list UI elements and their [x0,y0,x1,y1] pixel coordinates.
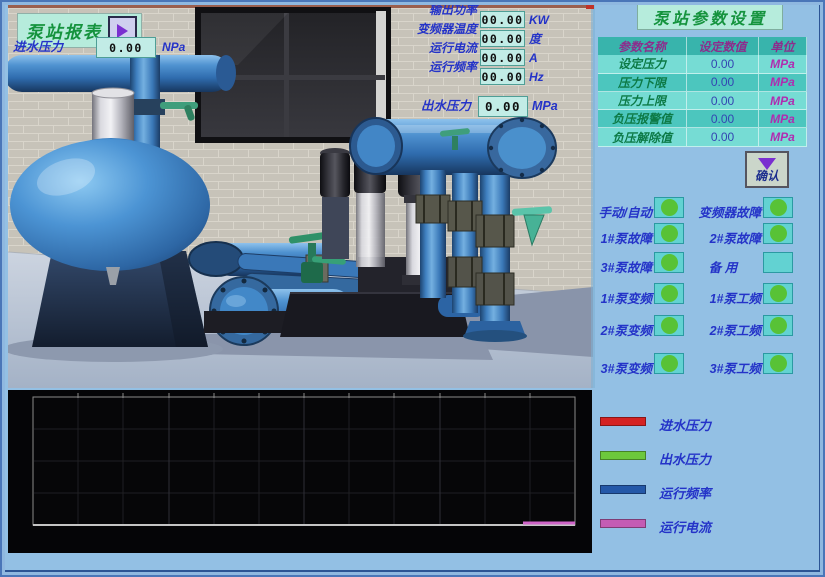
led-pump3-mains [763,353,793,374]
led-pump1-vfd [654,283,684,304]
confirm-button-label: 确认 [755,170,779,182]
status-label: 3#泵变频 [592,358,652,377]
led-pump3-fault [654,252,684,273]
green-led-icon [661,355,678,372]
status-label: 2#泵工频 [685,320,761,339]
green-led-icon [770,199,787,216]
green-led-icon [661,285,678,302]
param-name: 负压解除值 [598,128,687,146]
param-unit: MPa [759,74,807,92]
telemetry-labels: 输出功率 变频器温度 运行电流 运行频率 [402,0,477,76]
param-value[interactable]: 0.00 [687,110,759,128]
status-label: 3#泵故障 [592,257,652,276]
status-label: 3#泵工频 [685,358,761,377]
param-unit: MPa [759,55,807,73]
run-frequency-value: 00.00 [480,68,525,85]
red-marker [586,2,594,9]
run-current-unit: A [529,52,538,64]
led-pump2-fault [763,223,793,244]
play-triangle-icon [117,24,128,38]
status-label: 1#泵故障 [592,228,652,247]
param-unit: MPa [759,92,807,110]
outlet-pressure-value: 0.00 [478,96,528,117]
led-pump1-fault [654,223,684,244]
run-frequency-unit: Hz [529,71,544,83]
run-current-label: 运行电流 [402,38,477,57]
col-header-unit: 单位 [759,37,807,57]
settings-table: 参数名称 设定数值 单位 设定压力 0.00 MPa 压力下限 0.00 MPa… [598,37,807,147]
run-current-value: 00.00 [480,49,525,66]
legend-swatch-current [600,519,646,528]
output-power-unit: KW [529,14,549,26]
status-label: 2#泵变频 [592,320,652,339]
arrow-down-icon [758,158,776,170]
green-led-icon [661,199,678,216]
status-label: 手动/自动 [592,202,652,221]
param-name: 压力上限 [598,92,687,110]
legend-swatch-outlet [600,451,646,460]
param-unit: MPa [759,128,807,146]
inverter-temp-unit: 度 [529,33,541,45]
trend-chart [8,390,592,553]
led-pump2-mains [763,315,793,336]
param-unit: MPa [759,110,807,128]
legend-label: 进水压力 [659,415,711,434]
green-led-icon [661,317,678,334]
led-inverter-fault [763,197,793,218]
led-pump2-vfd [654,315,684,336]
confirm-button[interactable]: 确认 [745,151,789,188]
output-power-value: 00.00 [480,11,525,28]
green-led-icon [770,317,787,334]
green-led-icon [661,225,678,242]
col-header-value: 设定数值 [687,37,759,57]
legend-label: 出水压力 [659,449,711,468]
param-value[interactable]: 0.00 [687,55,759,73]
param-name: 负压报警值 [598,110,687,128]
param-value[interactable]: 0.00 [687,128,759,146]
inlet-pressure-label: 进水压力 [13,41,63,54]
inlet-pressure-unit: NPa [162,41,185,53]
status-label: 1#泵变频 [592,288,652,307]
run-frequency-label: 运行频率 [402,57,477,76]
param-value[interactable]: 0.00 [687,92,759,110]
led-pump3-vfd [654,353,684,374]
status-label: 1#泵工频 [685,288,761,307]
param-name: 压力下限 [598,74,687,92]
led-pump1-mains [763,283,793,304]
green-led-icon [661,254,678,271]
legend-label: 运行电流 [659,517,711,536]
param-name: 设定压力 [598,55,687,73]
legend-label: 运行频率 [659,483,711,502]
pressure-tank [10,139,210,271]
status-label: 变频器故障 [685,202,761,221]
green-led-icon [770,225,787,242]
legend-swatch-inlet [600,417,646,426]
green-led-icon [770,355,787,372]
manifold-end-cap [488,118,556,178]
col-header-name: 参数名称 [598,37,687,57]
inlet-pressure-value: 0.00 [96,37,156,58]
legend-swatch-frequency [600,485,646,494]
status-label: 备 用 [685,257,761,276]
outlet-pressure-unit: MPa [532,100,558,113]
settings-panel-title: 泵站参数设置 [637,4,783,30]
status-label: 2#泵故障 [685,228,761,247]
inverter-temp-label: 变频器温度 [402,19,477,38]
green-led-icon [770,285,787,302]
led-spare [763,252,793,273]
output-power-label: 输出功率 [402,0,477,19]
param-value[interactable]: 0.00 [687,74,759,92]
outlet-pressure-label: 出水压力 [421,100,471,113]
led-manual-auto [654,197,684,218]
inverter-temp-value: 00.00 [480,30,525,47]
